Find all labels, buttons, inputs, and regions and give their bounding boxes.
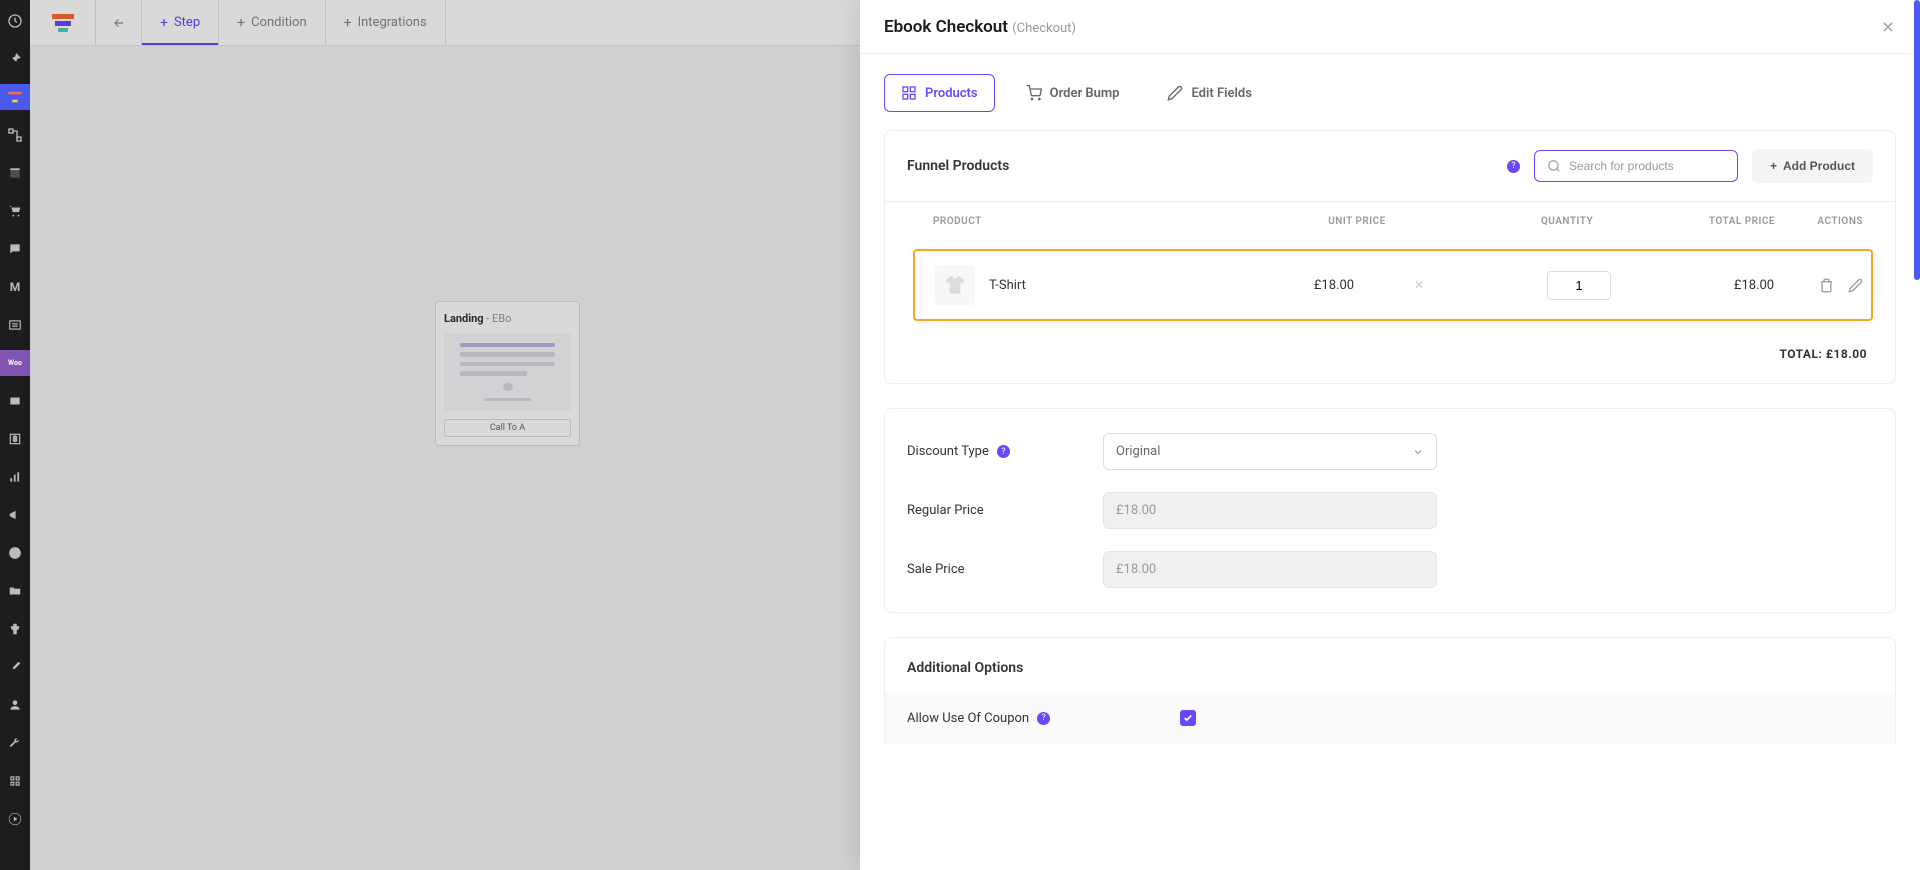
check-icon [1183, 713, 1193, 723]
col-total-price: TOTAL PRICE [1677, 216, 1807, 227]
comment-icon[interactable] [0, 236, 30, 262]
funnel-icon[interactable] [0, 84, 30, 110]
products-grand-total: TOTAL: £18.00 [885, 329, 1895, 383]
product-name: T-Shirt [989, 278, 1026, 293]
col-actions: ACTIONS [1807, 216, 1873, 227]
search-icon [1547, 159, 1561, 173]
modal-body: Funnel Products ? + Add Product PRODUCT [860, 112, 1920, 870]
funnel-products-title: Funnel Products [907, 158, 1009, 174]
trash-icon[interactable] [1819, 278, 1834, 293]
chevron-down-icon [1412, 446, 1424, 458]
col-quantity: QUANTITY [1457, 216, 1677, 227]
col-unit-price: UNIT PRICE [1257, 216, 1457, 227]
archive-icon[interactable] [0, 388, 30, 414]
pencil-icon [1167, 85, 1183, 101]
coupon-checkbox[interactable] [1180, 710, 1196, 726]
pin-icon[interactable] [0, 46, 30, 72]
coupon-label: Allow Use Of Coupon ? [907, 711, 1050, 726]
tab-edit-fields[interactable]: Edit Fields [1150, 74, 1268, 112]
sale-price-label: Sale Price [907, 562, 1103, 577]
cart-icon[interactable] [0, 198, 30, 224]
wrench-icon[interactable] [0, 730, 30, 756]
product-row: T-Shirt £18.00 ✕ £18.00 [913, 249, 1873, 321]
modal-header: Ebook Checkout (Checkout) [860, 0, 1920, 54]
help-icon[interactable]: ? [1037, 712, 1050, 725]
play-icon[interactable] [0, 806, 30, 832]
analytics-icon[interactable] [0, 464, 30, 490]
brush-icon[interactable] [0, 654, 30, 680]
tab-products[interactable]: Products [884, 74, 995, 112]
settings-icon[interactable] [0, 768, 30, 794]
product-search[interactable] [1534, 150, 1738, 182]
discount-type-label: Discount Type ? [907, 444, 1103, 459]
modal-title: Ebook Checkout (Checkout) [884, 17, 1076, 37]
help-icon[interactable]: ? [1507, 160, 1520, 173]
help-icon[interactable]: ? [997, 445, 1010, 458]
additional-options-panel: Additional Options Allow Use Of Coupon ? [884, 637, 1896, 744]
checkout-modal: Ebook Checkout (Checkout) Products Order… [860, 0, 1920, 870]
regular-price-label: Regular Price [907, 503, 1103, 518]
quantity-input[interactable] [1547, 271, 1611, 300]
plus-icon: + [1770, 159, 1777, 173]
svg-text:S: S [13, 435, 17, 443]
product-thumbnail [935, 265, 975, 305]
grid-icon [901, 85, 917, 101]
megaphone-icon[interactable] [0, 502, 30, 528]
tab-order-bump[interactable]: Order Bump [1009, 74, 1137, 112]
dashboard-icon[interactable] [0, 8, 30, 34]
products-table-header: PRODUCT UNIT PRICE QUANTITY TOTAL PRICE … [885, 201, 1895, 241]
cart-icon [1026, 85, 1042, 101]
folder-icon[interactable] [0, 578, 30, 604]
dollar-icon[interactable]: S [0, 426, 30, 452]
funnel-products-panel: Funnel Products ? + Add Product PRODUCT [884, 130, 1896, 384]
regular-price-input: £18.00 [1103, 492, 1437, 529]
wp-sidebar: M Woo S [0, 0, 30, 870]
add-product-button[interactable]: + Add Product [1752, 149, 1873, 183]
book-icon[interactable] [0, 160, 30, 186]
edit-icon[interactable] [1848, 278, 1863, 293]
remove-icon[interactable]: ✕ [1414, 278, 1424, 292]
row-total-value: £18.00 [1689, 278, 1819, 293]
modal-tabs: Products Order Bump Edit Fields [860, 54, 1920, 112]
list-icon[interactable] [0, 312, 30, 338]
close-icon[interactable] [1880, 19, 1896, 35]
metrics-icon[interactable]: M [0, 274, 30, 300]
modal-scrollbar[interactable] [1914, 0, 1920, 280]
unit-price-value: £18.00 [1314, 278, 1354, 293]
discount-panel: Discount Type ? Original Regular Price £… [884, 408, 1896, 613]
elementor-icon[interactable] [0, 540, 30, 566]
search-input[interactable] [1569, 159, 1725, 173]
user-icon[interactable] [0, 692, 30, 718]
plugin-icon[interactable] [0, 616, 30, 642]
additional-options-title: Additional Options [885, 638, 1895, 692]
sale-price-input: £18.00 [1103, 551, 1437, 588]
flow-icon[interactable] [0, 122, 30, 148]
discount-type-select[interactable]: Original [1103, 433, 1437, 470]
col-product: PRODUCT [907, 216, 1257, 227]
woo-icon[interactable]: Woo [0, 350, 30, 376]
